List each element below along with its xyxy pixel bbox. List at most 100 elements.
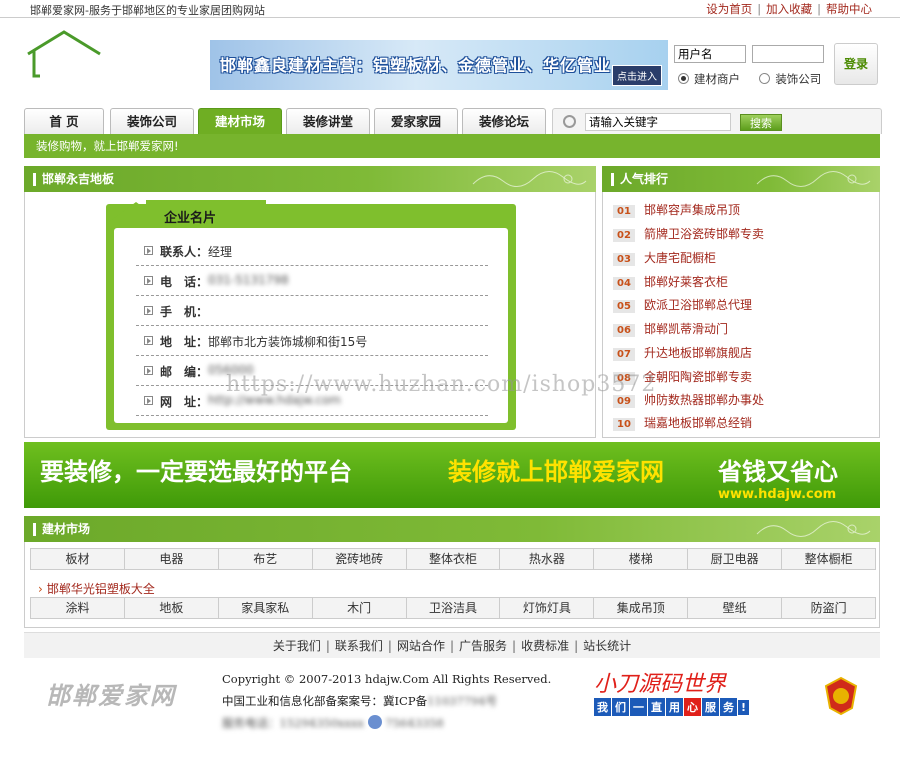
decorative-swirl-icon	[756, 521, 871, 537]
tab-decoration-company[interactable]: 装饰公司	[110, 108, 194, 134]
site-slogan: 邯郸爱家网-服务于邯郸地区的专业家居团购网站	[30, 4, 265, 17]
category-item[interactable]: 整体衣柜	[407, 549, 501, 569]
promo-url: www.hdajw.com	[718, 487, 837, 502]
promo-text-1: 要装修，一定要选最好的平台	[40, 458, 352, 486]
radio-label-merchant: 建材商户	[694, 72, 740, 86]
icp-text: 中国工业和信息化部备案案号：冀ICP备	[222, 694, 428, 708]
ranking-item[interactable]: 01 邯郸容声集成吊顶	[613, 201, 740, 221]
category-item[interactable]: 瓷砖地砖	[313, 549, 407, 569]
decorative-swirl-icon	[472, 171, 587, 187]
search-input[interactable]	[585, 113, 731, 131]
police-badge-icon[interactable]	[824, 676, 858, 716]
promo-banner[interactable]: 要装修，一定要选最好的平台 装修就上邯郸爱家网 省钱又省心 www.hdajw.…	[24, 442, 880, 508]
help-center-link[interactable]: 帮助中心	[826, 2, 872, 16]
phone-row: 电 话： 031-5131798	[136, 266, 488, 296]
category-item[interactable]: 楼梯	[594, 549, 689, 569]
search-bar: 搜索	[552, 108, 882, 134]
category-item[interactable]: 防盗门	[782, 598, 875, 618]
ranking-panel-header: 人气排行	[602, 166, 880, 192]
add-favorite-link[interactable]: 加入收藏	[766, 2, 812, 16]
password-input[interactable]	[752, 45, 824, 63]
footer-copyright-block: Copyright © 2007-2013 hdajw.Com All Righ…	[222, 668, 551, 734]
service-phone: 服务电话：15294350xxxx	[222, 716, 364, 730]
ranking-item[interactable]: 05 欧派卫浴邯郸总代理	[613, 296, 752, 316]
category-item[interactable]: 热水器	[500, 549, 595, 569]
category-item[interactable]: 集成吊顶	[594, 598, 689, 618]
qq-number: 75643358	[385, 716, 444, 730]
tab-home-community[interactable]: 爱家家园	[374, 108, 458, 134]
category-item[interactable]: 木门	[313, 598, 407, 618]
promo-text-2: 装修就上邯郸爱家网	[448, 458, 664, 486]
mobile-row: 手 机：	[136, 296, 488, 326]
ranking-panel-title: 人气排行	[620, 172, 669, 186]
market-panel-title: 建材市场	[42, 522, 91, 536]
card-title: 企业名片	[164, 211, 217, 226]
ranking-item[interactable]: 07 升达地板邯郸旗舰店	[613, 344, 752, 364]
site-logo-house-icon[interactable]	[24, 28, 104, 80]
category-item[interactable]: 地板	[125, 598, 219, 618]
category-item[interactable]: 整体橱柜	[782, 549, 875, 569]
category-row: 板材 电器 布艺 瓷砖地砖 整体衣柜 热水器 楼梯 厨卫电器 整体橱柜	[30, 548, 876, 570]
ranking-item[interactable]: 02 箭牌卫浴瓷砖邯郸专卖	[613, 225, 764, 245]
footer-links: 关于我们 | 联系我们 | 网站合作 | 广告服务 | 收费标准 | 站长统计	[24, 632, 880, 658]
badge-subtitle: 我们一直用心服务!	[594, 698, 750, 716]
category-item[interactable]: 涂料	[31, 598, 125, 618]
radio-label-company: 装饰公司	[775, 72, 822, 86]
banner-enter-button[interactable]: 点击进入	[612, 65, 662, 86]
decorative-swirl-icon	[756, 171, 871, 187]
ranking-item[interactable]: 03 大唐宅配橱柜	[613, 249, 716, 269]
copyright-text: Copyright © 2007-2013 hdajw.Com All Righ…	[222, 672, 552, 686]
ranking-item[interactable]: 04 邯郸好莱客衣柜	[613, 273, 728, 293]
top-links: 设为首页 | 加入收藏 | 帮助中心	[706, 2, 872, 16]
contact-row: 联系人： 经理	[136, 236, 488, 266]
arrow-icon	[144, 336, 153, 345]
search-button[interactable]: 搜索	[740, 114, 782, 131]
footer-ads-link[interactable]: 广告服务	[459, 639, 507, 653]
main-nav: 首 页 装饰公司 建材市场 装修讲堂 爱家家园 装修论坛 搜索	[24, 108, 882, 134]
banner-text: 邯郸鑫良建材主营：铝塑板材、金德管业、华亿管业	[220, 56, 612, 75]
footer-contact-link[interactable]: 联系我们	[335, 639, 383, 653]
user-type-radios: 建材商户 装饰公司	[678, 71, 838, 87]
promo-badge: 小刀源码世界 我们一直用心服务!	[594, 666, 750, 716]
radio-building-merchant[interactable]	[678, 73, 689, 84]
login-button[interactable]: 登录	[834, 43, 878, 85]
qq-icon[interactable]	[367, 715, 382, 729]
tab-building-market[interactable]: 建材市场	[198, 108, 282, 134]
category-item[interactable]: 电器	[125, 549, 219, 569]
footer-logo: 邯郸爱家网	[46, 682, 176, 710]
badge-title: 小刀源码世界	[594, 672, 727, 697]
arrow-icon	[144, 366, 153, 375]
username-input[interactable]	[674, 45, 746, 63]
ranking-item[interactable]: 10 瑞嘉地板邯郸总经销	[613, 414, 752, 434]
category-item[interactable]: 壁纸	[688, 598, 783, 618]
company-panel-header: 邯郸永吉地板	[24, 166, 596, 192]
search-icon	[563, 115, 576, 128]
ranking-panel-body: 01 邯郸容声集成吊顶 02 箭牌卫浴瓷砖邯郸专卖 03 大唐宅配橱柜 04 邯郸好莱客…	[602, 192, 880, 438]
header-banner-ad[interactable]: 邯郸鑫良建材主营：铝塑板材、金德管业、华亿管业 点击进入	[210, 40, 668, 90]
category-item[interactable]: 家具家私	[219, 598, 313, 618]
footer-pricing-link[interactable]: 收费标准	[521, 639, 569, 653]
ranking-item[interactable]: 06 邯郸凯蒂滑动门	[613, 320, 728, 340]
footer-cooperation-link[interactable]: 网站合作	[397, 639, 445, 653]
radio-decoration-company[interactable]	[759, 73, 771, 84]
address-row: 地 址： 邯郸市北方装饰城柳和街15号	[136, 326, 488, 356]
category-item[interactable]: 布艺	[219, 549, 313, 569]
tab-forum[interactable]: 装修论坛	[462, 108, 546, 134]
footer-stats-link[interactable]: 站长统计	[583, 639, 631, 653]
company-panel-title: 邯郸永吉地板	[42, 172, 115, 186]
arrow-icon	[144, 396, 153, 405]
category-item[interactable]: 卫浴洁具	[407, 598, 501, 618]
promo-text-3: 省钱又省心	[718, 458, 838, 486]
watermark-text: https://www.huzhan.com/ishop3572	[226, 372, 657, 397]
category-item[interactable]: 灯饰灯具	[500, 598, 595, 618]
category-row: 涂料 地板 家具家私 木门 卫浴洁具 灯饰灯具 集成吊顶 壁纸 防盗门	[30, 597, 876, 619]
category-item[interactable]: 厨卫电器	[688, 549, 783, 569]
category-item[interactable]: 板材	[31, 549, 125, 569]
featured-market-link[interactable]: › 邯郸华光铝塑板大全	[38, 580, 155, 597]
set-homepage-link[interactable]: 设为首页	[706, 2, 752, 16]
top-bar: 邯郸爱家网-服务于邯郸地区的专业家居团购网站 设为首页 | 加入收藏 | 帮助中心	[0, 0, 900, 18]
arrow-icon	[144, 246, 153, 255]
tab-decoration-lecture[interactable]: 装修讲堂	[286, 108, 370, 134]
footer-about-link[interactable]: 关于我们	[273, 639, 321, 653]
tab-home[interactable]: 首 页	[24, 108, 104, 134]
